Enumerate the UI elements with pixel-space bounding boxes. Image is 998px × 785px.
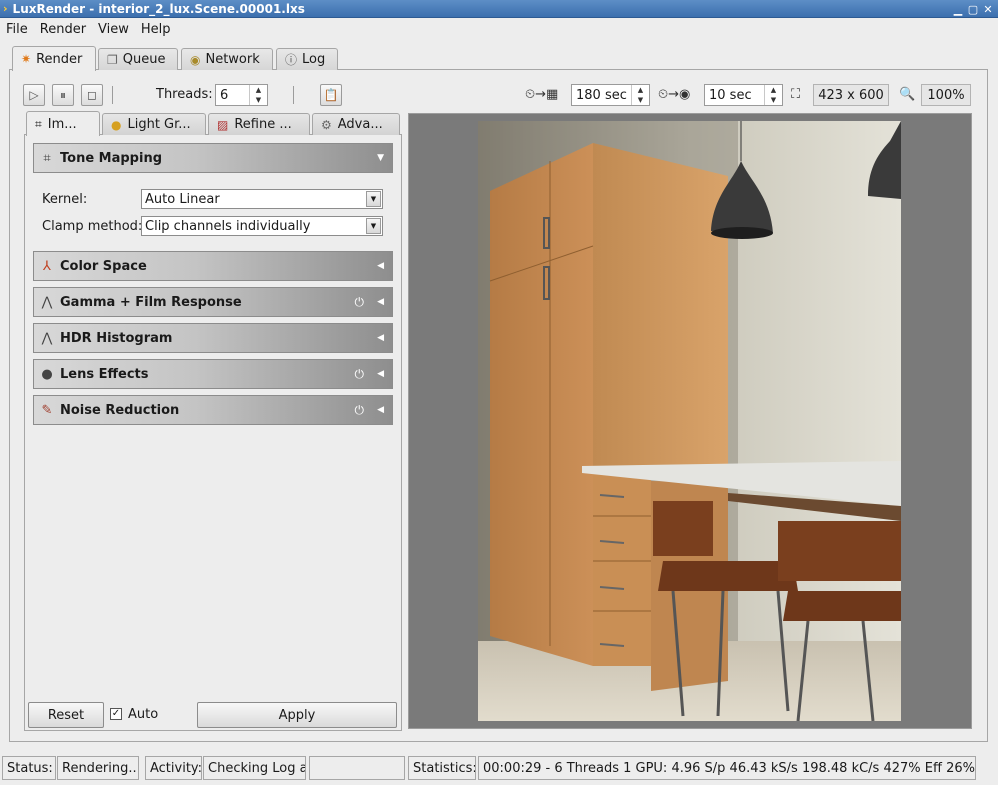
section-gamma-film-response[interactable]: ⋀ Gamma + Film Response ⏻ ◀ [33, 287, 393, 317]
render-icon: ✷ [21, 52, 32, 66]
spin-arrows-icon[interactable]: ▲ ▼ [631, 85, 649, 105]
auto-label: Auto [128, 707, 159, 722]
render-image [478, 121, 901, 721]
section-noise-reduction[interactable]: ✎ Noise Reduction ⏻ ◀ [33, 395, 393, 425]
dropdown-arrow-icon: ▼ [366, 191, 381, 207]
copy-to-clipboard-button[interactable]: 📋 [320, 84, 342, 106]
apply-button[interactable]: Apply [197, 702, 397, 728]
zoom-icon: 🔍 [899, 87, 916, 102]
histogram-icon: ⋀ [41, 330, 53, 346]
section-tone-mapping[interactable]: ⌗ Tone Mapping ▼ [33, 143, 393, 173]
tab-queue[interactable]: ❐ Queue [98, 48, 178, 70]
chevron-left-icon: ◀ [377, 297, 384, 307]
halt-time-spinbox[interactable]: 180 sec ▲ ▼ [571, 84, 650, 106]
window-title: LuxRender - interior_2_lux.Scene.00001.l… [12, 1, 305, 16]
halt-time-icon: ⏲→▦ [525, 87, 559, 102]
lightbulb-icon: ● [111, 117, 122, 132]
close-icon[interactable]: ✕ [981, 0, 995, 18]
display-interval-icon: ⏲→◉ [658, 87, 691, 102]
start-render-button[interactable]: ▷ [23, 84, 45, 106]
cabinet-front [593, 143, 728, 466]
status-label: Status: [2, 756, 56, 780]
pause-icon: ⏸ [59, 87, 66, 102]
dropdown-arrow-icon: ▼ [366, 218, 381, 234]
status-spacer [309, 756, 405, 780]
threads-spinbox[interactable]: 6 ▲ ▼ [215, 84, 268, 106]
maximize-icon[interactable]: ▢ [966, 0, 980, 18]
drawers [593, 471, 651, 666]
menu-render[interactable]: Render [34, 22, 92, 37]
clamp-method-select[interactable]: Clip channels individually ▼ [141, 216, 383, 236]
statistics-label: Statistics: [408, 756, 476, 780]
power-icon[interactable]: ⏻ [355, 295, 365, 310]
toolbar-divider [293, 86, 294, 104]
cabinet-side [490, 143, 593, 666]
section-hdr-histogram[interactable]: ⋀ HDR Histogram ◀ [33, 323, 393, 353]
chevron-left-icon: ◀ [377, 333, 384, 343]
chevron-left-icon: ◀ [377, 405, 384, 415]
refine-icon: ▨ [217, 117, 229, 132]
stop-render-button[interactable]: ◻ [81, 84, 103, 106]
menu-file[interactable]: File [0, 22, 34, 37]
pause-render-button[interactable]: ⏸ [52, 84, 74, 106]
clamp-method-label: Clamp method: [42, 219, 143, 234]
chevron-left-icon: ◀ [377, 369, 384, 379]
crop-icon: ⌗ [35, 116, 42, 131]
resolution-display: 423 x 600 [813, 84, 889, 106]
stop-icon: ◻ [87, 88, 97, 102]
curve-icon: ⋀ [41, 294, 53, 310]
checkmark-icon: ✓ [111, 708, 121, 719]
tab-render[interactable]: ✷ Render [12, 46, 96, 71]
section-lens-effects[interactable]: ● Lens Effects ⏻ ◀ [33, 359, 393, 389]
spin-arrows-icon[interactable]: ▲ ▼ [249, 85, 267, 105]
title-bar: › LuxRender - interior_2_lux.Scene.00001… [0, 0, 998, 18]
power-icon[interactable]: ⏻ [355, 403, 365, 418]
auto-checkbox[interactable]: ✓ [110, 708, 122, 720]
stool-back [653, 501, 713, 556]
statistics-value: 00:00:29 - 6 Threads 1 GPU: 4.96 S/p 46.… [478, 756, 976, 780]
queue-icon: ❐ [107, 52, 118, 67]
tab-network[interactable]: ◉ Network [181, 48, 273, 70]
status-bar: Status: Rendering... Activity: Checking … [0, 754, 998, 781]
activity-label: Activity: [145, 756, 202, 780]
tab-refine[interactable]: ▨ Refine ... [208, 113, 310, 135]
lens-icon: ● [41, 366, 53, 382]
tab-light-groups[interactable]: ● Light Gr... [102, 113, 206, 135]
menu-view[interactable]: View [92, 22, 135, 37]
reset-button[interactable]: Reset [28, 702, 104, 728]
display-interval-spinbox[interactable]: 10 sec ▲ ▼ [704, 84, 783, 106]
section-color-space[interactable]: ⅄ Color Space ◀ [33, 251, 393, 281]
spin-arrows-icon[interactable]: ▲ ▼ [764, 85, 782, 105]
toolbar-divider [112, 86, 113, 104]
minimize-icon[interactable]: ▁ [951, 0, 965, 18]
play-icon: ▷ [29, 88, 39, 102]
gear-icon: ⚙ [321, 117, 332, 132]
color-space-icon: ⅄ [43, 258, 51, 274]
globe-icon: ◉ [190, 52, 201, 67]
app-icon: › [3, 2, 8, 15]
resolution-icon: ⛶ [791, 87, 801, 102]
status-value: Rendering... [57, 756, 139, 780]
power-icon[interactable]: ⏻ [355, 367, 365, 382]
zoom-display: 100% [921, 84, 971, 106]
threads-label: Threads: [156, 87, 213, 102]
kernel-label: Kernel: [42, 192, 88, 207]
tab-advanced[interactable]: ⚙ Adva... [312, 113, 400, 135]
clipboard-icon: 📋 [323, 88, 339, 102]
chevron-down-icon: ▼ [377, 153, 384, 163]
crop-icon: ⌗ [43, 150, 51, 166]
activity-value: Checking Log ac [203, 756, 306, 780]
tab-log[interactable]: ⓘ Log [276, 48, 338, 70]
info-icon: ⓘ [285, 53, 298, 67]
menu-help[interactable]: Help [135, 22, 177, 37]
kernel-select[interactable]: Auto Linear ▼ [141, 189, 383, 209]
tab-imaging[interactable]: ⌗ Im... [26, 111, 100, 136]
chevron-left-icon: ◀ [377, 261, 384, 271]
stool-seat [658, 561, 798, 591]
brush-icon: ✎ [41, 402, 53, 418]
menu-bar: File Render View Help [0, 18, 998, 40]
